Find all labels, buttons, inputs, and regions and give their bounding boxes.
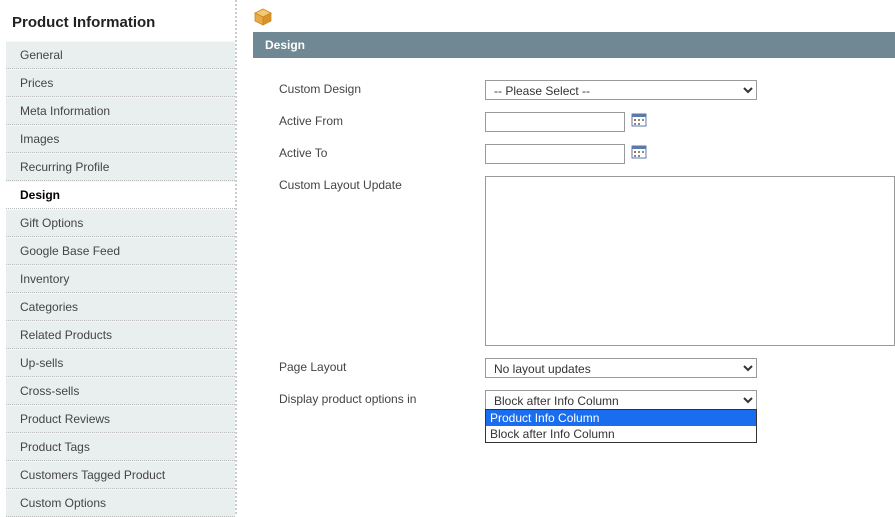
custom-design-label: Custom Design xyxy=(279,80,485,96)
sidebar-item-up-sells[interactable]: Up-sells xyxy=(6,349,235,377)
field-custom-design: Custom Design -- Please Select -- xyxy=(279,74,895,106)
field-page-layout: Page Layout No layout updates xyxy=(279,352,895,384)
sidebar-tabs: GeneralPricesMeta InformationImagesRecur… xyxy=(6,41,235,517)
custom-design-select[interactable]: -- Please Select -- xyxy=(485,80,757,100)
sidebar-item-inventory[interactable]: Inventory xyxy=(6,265,235,293)
sidebar-item-design[interactable]: Design xyxy=(6,181,235,209)
calendar-icon[interactable] xyxy=(631,144,647,160)
sidebar-item-prices[interactable]: Prices xyxy=(6,69,235,97)
sidebar-item-images[interactable]: Images xyxy=(6,125,235,153)
sidebar-item-recurring-profile[interactable]: Recurring Profile xyxy=(6,153,235,181)
active-to-input[interactable] xyxy=(485,144,625,164)
active-from-input[interactable] xyxy=(485,112,625,132)
field-active-to: Active To xyxy=(279,138,895,170)
field-active-from: Active From xyxy=(279,106,895,138)
display-options-label: Display product options in xyxy=(279,390,485,406)
active-to-label: Active To xyxy=(279,144,485,160)
active-from-label: Active From xyxy=(279,112,485,128)
display-options-select[interactable]: Block after Info Column xyxy=(485,390,757,410)
product-box-icon xyxy=(253,8,273,26)
sidebar-item-cross-sells[interactable]: Cross-sells xyxy=(6,377,235,405)
field-display-options: Display product options in Block after I… xyxy=(279,384,895,416)
sidebar-item-product-tags[interactable]: Product Tags xyxy=(6,433,235,461)
sidebar-item-meta-information[interactable]: Meta Information xyxy=(6,97,235,125)
sidebar-title: Product Information xyxy=(6,10,235,41)
custom-layout-update-label: Custom Layout Update xyxy=(279,176,485,192)
field-custom-layout-update: Custom Layout Update xyxy=(279,170,895,352)
sidebar-item-gift-options[interactable]: Gift Options xyxy=(6,209,235,237)
display-options-option[interactable]: Product Info Column xyxy=(486,410,756,426)
custom-layout-update-textarea[interactable] xyxy=(485,176,895,346)
main-content: Design Custom Design -- Please Select --… xyxy=(237,0,895,514)
display-options-option[interactable]: Block after Info Column xyxy=(486,426,756,442)
sidebar-item-custom-options[interactable]: Custom Options xyxy=(6,489,235,517)
design-panel: Design Custom Design -- Please Select --… xyxy=(253,32,895,416)
sidebar: Product Information GeneralPricesMeta In… xyxy=(0,0,237,514)
calendar-icon[interactable] xyxy=(631,112,647,128)
sidebar-item-related-products[interactable]: Related Products xyxy=(6,321,235,349)
sidebar-item-general[interactable]: General xyxy=(6,41,235,69)
page-layout-label: Page Layout xyxy=(279,358,485,374)
page-layout-select[interactable]: No layout updates xyxy=(485,358,757,378)
panel-title: Design xyxy=(253,32,895,58)
sidebar-item-categories[interactable]: Categories xyxy=(6,293,235,321)
display-options-dropdown: Product Info ColumnBlock after Info Colu… xyxy=(485,409,757,443)
sidebar-item-product-reviews[interactable]: Product Reviews xyxy=(6,405,235,433)
sidebar-item-customers-tagged-product[interactable]: Customers Tagged Product xyxy=(6,461,235,489)
sidebar-item-google-base-feed[interactable]: Google Base Feed xyxy=(6,237,235,265)
